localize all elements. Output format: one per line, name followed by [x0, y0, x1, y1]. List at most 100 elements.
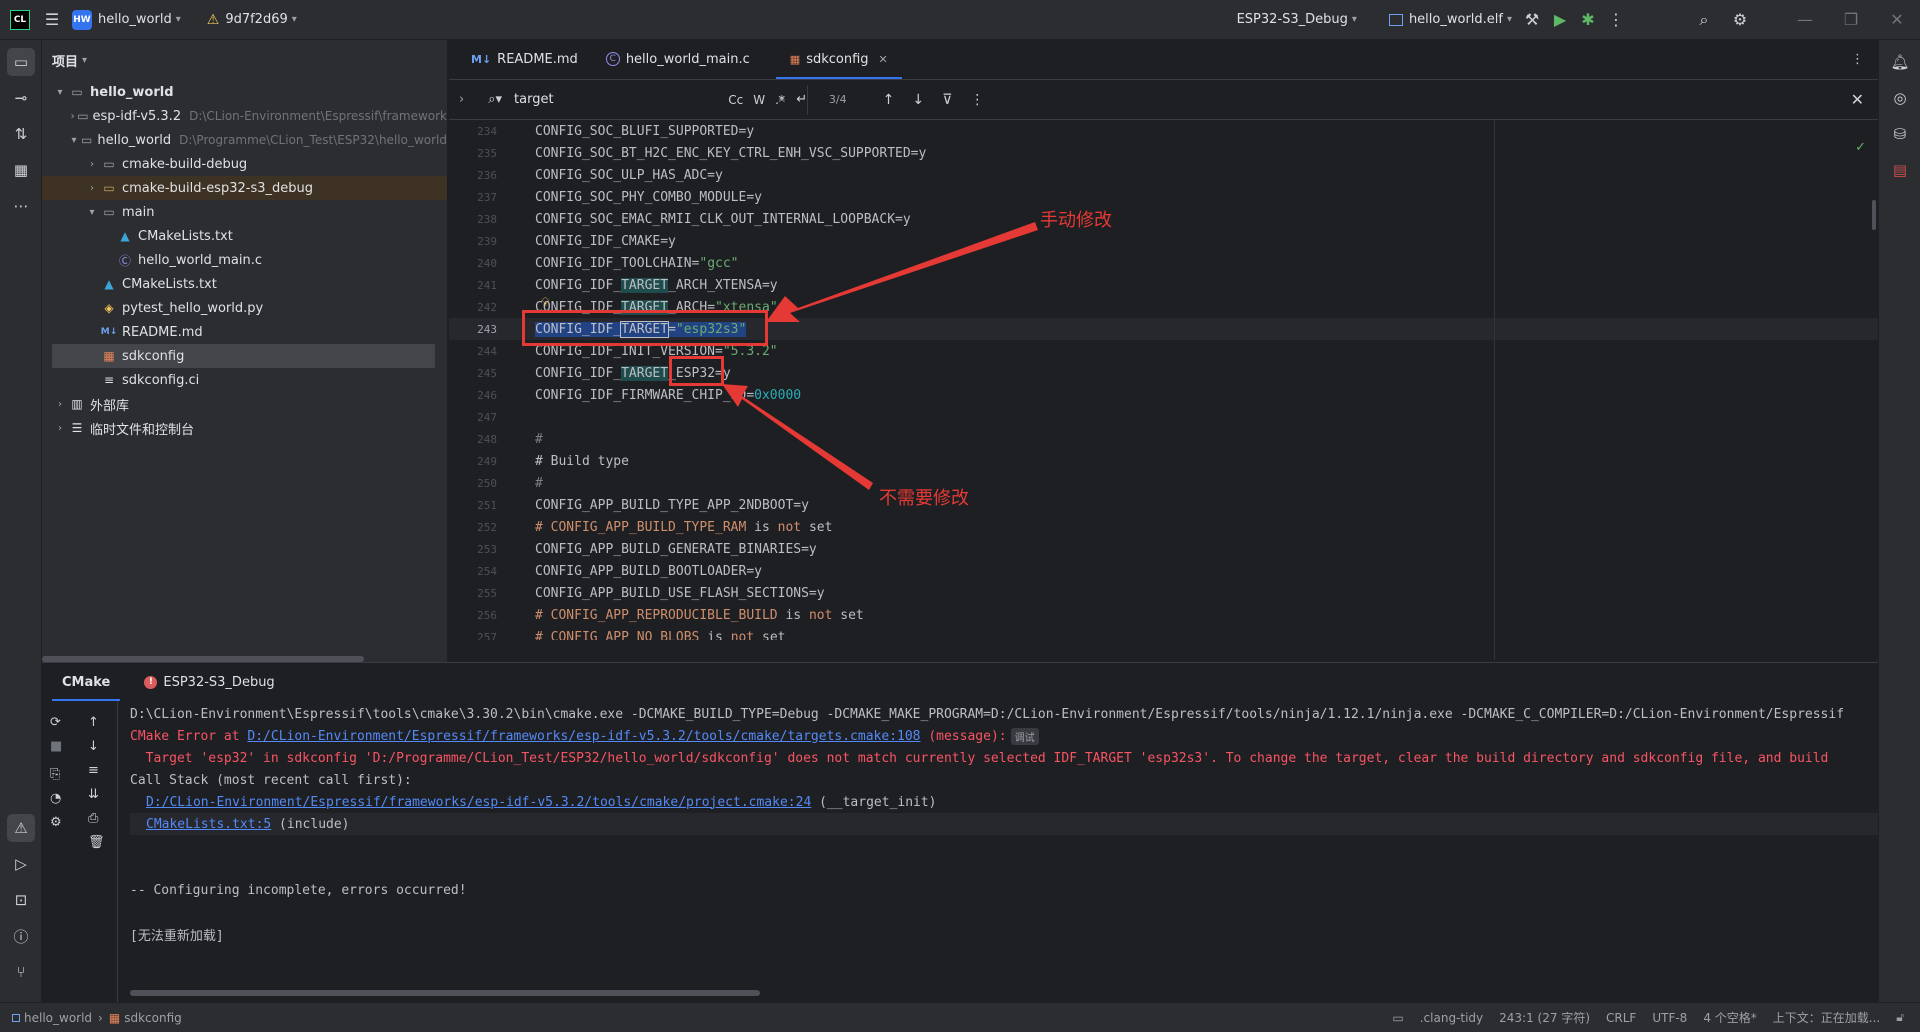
tree-item-hello-world[interactable]: ▾ ▭ hello_world D:\Programme\CLion_Test\… [42, 128, 447, 152]
chevron-down-icon[interactable]: ▾ [84, 207, 100, 218]
settings-gear-icon[interactable]: ⚙ [1726, 6, 1754, 34]
tab-hello-world-main[interactable]: C hello_world_main.c [592, 39, 764, 79]
words-toggle[interactable]: W [753, 93, 765, 107]
tab-sdkconfig[interactable]: ▦ sdkconfig ✕ [775, 39, 902, 79]
database-icon[interactable]: ⛁ [1886, 120, 1914, 148]
tree-item-cmake-build-debug[interactable]: › ▭ cmake-build-debug [42, 152, 447, 176]
chevron-down-icon[interactable]: ▾ [68, 135, 80, 146]
chevron-right-icon[interactable]: › [84, 183, 100, 194]
terminal-icon[interactable]: ⊡ [7, 886, 35, 914]
no-problems-check-icon[interactable]: ✓ [1855, 140, 1866, 155]
previous-match-icon[interactable]: ↑ [883, 92, 895, 108]
close-find-icon[interactable]: ✕ [1851, 90, 1864, 109]
run-icon[interactable]: ▶ [1546, 6, 1574, 34]
context-status[interactable]: 上下文：正在加载... [1773, 1009, 1880, 1026]
breadcrumb-file[interactable]: sdkconfig [124, 1011, 182, 1025]
structure-tool-icon[interactable]: ▦ [7, 156, 35, 184]
scroll-up-icon[interactable]: ↑ [88, 715, 99, 730]
tree-item-scratches[interactable]: › ☰ 临时文件和控制台 [42, 416, 447, 440]
services-icon[interactable]: ▷ [7, 850, 35, 878]
problems-icon[interactable]: ⓘ [7, 922, 35, 950]
run-config-selector[interactable]: ESP32-S3_Debug ▾ [1231, 6, 1363, 34]
tree-item-external-libraries[interactable]: › ▥ 外部库 [42, 392, 447, 416]
breadcrumb-project[interactable]: hello_world [24, 1011, 92, 1025]
soft-wrap-icon[interactable]: ≡ [88, 763, 99, 778]
chevron-right-icon[interactable]: › [68, 111, 77, 122]
read-only-lock-icon[interactable]: 🔓︎ [1896, 1010, 1904, 1025]
tree-item-sdkconfig-ci[interactable]: ≡ sdkconfig.ci [42, 368, 447, 392]
next-match-icon[interactable]: ↓ [912, 92, 924, 108]
chevron-right-icon[interactable]: › [84, 159, 100, 170]
commit-tool-icon[interactable]: ⊸ [7, 84, 35, 112]
tab-more-icon[interactable]: ⋮ [1851, 39, 1878, 79]
reload-icon[interactable]: ⟳ [50, 715, 61, 730]
git-icon[interactable]: ⑂ [7, 958, 35, 986]
tree-item-cmake-build-esp32[interactable]: › ▭ cmake-build-esp32-s3_debug [42, 176, 447, 200]
tree-item-cmakelists[interactable]: ▲ CMakeLists.txt [42, 272, 447, 296]
file-link[interactable]: D:/CLion-Environment/Espressif/framework… [146, 795, 811, 810]
close-tab-icon[interactable]: ✕ [879, 53, 888, 66]
tree-item-esp-idf[interactable]: › ▭ esp-idf-v5.3.2 D:\CLion-Environment\… [42, 104, 447, 128]
chevron-right-icon[interactable]: › [52, 399, 68, 410]
folder-icon[interactable]: ▭ [1392, 1011, 1403, 1025]
target-selector[interactable]: hello_world.elf ▾ [1383, 6, 1518, 34]
expand-replace-icon[interactable]: › [459, 92, 464, 107]
more-tools-icon[interactable]: ⋯ [7, 192, 35, 220]
project-panel-header[interactable]: 项目 ▾ [42, 40, 447, 80]
cache-icon[interactable]: ◔ [50, 791, 61, 806]
debug-tag[interactable]: 调试 [1010, 727, 1039, 745]
line-separator[interactable]: CRLF [1606, 1011, 1636, 1025]
stop-icon[interactable]: ■ [50, 739, 62, 754]
pull-requests-icon[interactable]: ⇅ [7, 120, 35, 148]
scroll-down-icon[interactable]: ↓ [88, 739, 99, 754]
cmake-settings-icon[interactable]: ⚙ [50, 815, 62, 830]
main-menu-icon[interactable]: ☰ [38, 6, 66, 34]
tree-item-readme[interactable]: M↓ README.md [42, 320, 447, 344]
tree-item-main[interactable]: ▾ ▭ main [42, 200, 447, 224]
filter-icon[interactable]: ⊽ [942, 92, 952, 108]
ai-assistant-icon[interactable]: ◎ [1886, 84, 1914, 112]
restore-icon[interactable]: ❐ [1828, 6, 1874, 34]
tree-item-main-cmakelists[interactable]: ▲ CMakeLists.txt [42, 224, 447, 248]
scroll-to-end-icon[interactable]: ⇊ [88, 787, 99, 802]
problems-warning-icon[interactable]: ⚠ [7, 814, 35, 842]
search-icon[interactable]: ⌕ [1690, 6, 1718, 34]
new-line-icon[interactable]: ↵ [796, 92, 807, 107]
project-selector[interactable]: HW hello_world ▾ [66, 6, 187, 34]
project-tool-folder-icon[interactable]: ▭ [7, 48, 35, 76]
notifications-bell-icon[interactable]: 🔔︎ [1886, 48, 1914, 76]
minimize-icon[interactable]: — [1782, 6, 1828, 34]
indent-setting[interactable]: 4 个空格* [1703, 1009, 1756, 1026]
lightbulb-icon[interactable]: 💡︎ [541, 295, 549, 310]
console-output[interactable]: D:\CLion-Environment\Espressif\tools\cma… [130, 703, 1878, 993]
clipboard-icon[interactable]: ⎘ [50, 767, 60, 782]
clang-tidy-status[interactable]: .clang-tidy [1420, 1011, 1483, 1025]
search-history-icon[interactable]: ⌕▾ [488, 92, 502, 107]
tree-item-hello-world-main[interactable]: Ⓒ hello_world_main.c [42, 248, 447, 272]
print-icon[interactable]: ⎙ [88, 811, 98, 826]
more-actions-icon[interactable]: ⋮ [1602, 6, 1630, 34]
chevron-right-icon[interactable]: › [52, 423, 68, 434]
console-horizontal-scrollbar[interactable] [130, 990, 760, 996]
tab-readme[interactable]: M↓ README.md [457, 39, 592, 79]
tab-cmake[interactable]: CMake [52, 663, 121, 701]
tree-item-pytest[interactable]: ◈ pytest_hello_world.py [42, 296, 447, 320]
editor-scrollbar[interactable] [1872, 200, 1876, 230]
file-link[interactable]: D:/CLion-Environment/Espressif/framework… [247, 729, 920, 744]
tree-item-sdkconfig[interactable]: ▦ sdkconfig [52, 344, 435, 368]
file-encoding[interactable]: UTF-8 [1652, 1011, 1687, 1025]
vcs-branch-selector[interactable]: ⚠ 9d7f2d69 ▾ [201, 6, 303, 34]
regex-toggle[interactable]: .* [775, 93, 785, 107]
tree-item-root[interactable]: ▾ ▭ hello_world [42, 80, 447, 104]
serial-monitor-icon[interactable]: ▤ [1886, 156, 1914, 184]
clear-trash-icon[interactable]: 🗑︎ [88, 835, 105, 850]
code-editor[interactable]: 234 CONFIG_SOC_BLUFI_SUPPORTED=y 235 CONFI… [449, 120, 1878, 640]
match-case-toggle[interactable]: Cc [728, 93, 743, 107]
file-link[interactable]: CMakeLists.txt:5 [146, 817, 271, 832]
find-more-icon[interactable]: ⋮ [970, 92, 984, 108]
cursor-position[interactable]: 243:1 (27 字符) [1499, 1009, 1590, 1026]
chevron-down-icon[interactable]: ▾ [52, 87, 68, 98]
tab-esp32-s3-debug[interactable]: ! ESP32-S3_Debug [134, 663, 284, 701]
close-window-icon[interactable]: ✕ [1874, 6, 1920, 34]
build-hammer-icon[interactable]: ⚒ [1518, 6, 1546, 34]
